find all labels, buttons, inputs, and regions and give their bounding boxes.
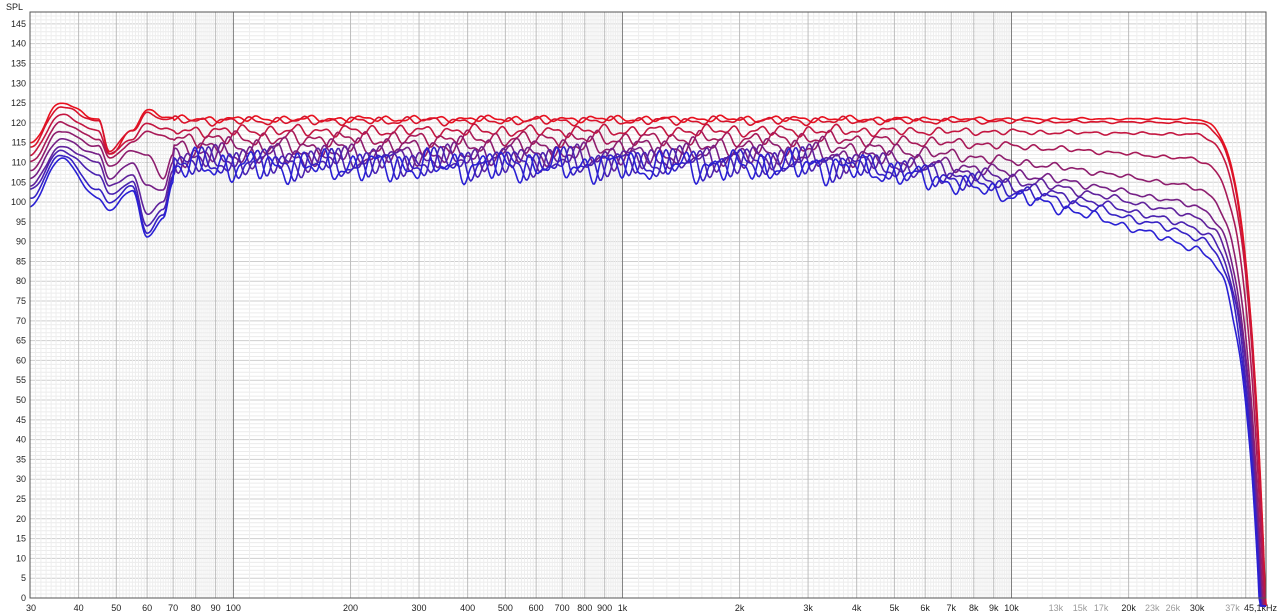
y-tick-label: 70 xyxy=(16,316,26,326)
x-tick-label: 13k xyxy=(1049,603,1064,613)
x-tick-label: 20k xyxy=(1121,603,1136,613)
x-tick-label: 4k xyxy=(852,603,862,613)
y-tick-label: 85 xyxy=(16,256,26,266)
x-tick-label: 9k xyxy=(989,603,999,613)
x-tick-label: 30k xyxy=(1190,603,1205,613)
x-tick-label: 200 xyxy=(343,603,358,613)
y-tick-label: 0 xyxy=(21,593,26,603)
y-tick-label: 45 xyxy=(16,415,26,425)
y-tick-labels: 1451401351301251201151101051009590858075… xyxy=(11,19,26,603)
x-tick-label: 90 xyxy=(211,603,221,613)
frequency-response-chart: SPL 145140135130125120115110105100959085… xyxy=(6,2,1277,613)
x-tick-label: 70 xyxy=(168,603,178,613)
y-tick-label: 25 xyxy=(16,494,26,504)
y-tick-label: 10 xyxy=(16,553,26,563)
y-tick-label: 90 xyxy=(16,237,26,247)
y-tick-label: 35 xyxy=(16,454,26,464)
x-tick-label: 600 xyxy=(529,603,544,613)
y-tick-label: 75 xyxy=(16,296,26,306)
x-tick-label: 800 xyxy=(577,603,592,613)
x-tick-label: 1k xyxy=(618,603,628,613)
y-axis-title: SPL xyxy=(6,2,23,12)
y-tick-label: 140 xyxy=(11,39,26,49)
x-tick-label: 26k xyxy=(1166,603,1181,613)
y-tick-label: 145 xyxy=(11,19,26,29)
y-tick-label: 80 xyxy=(16,276,26,286)
y-tick-label: 110 xyxy=(12,157,26,167)
x-tick-label: 10k xyxy=(1004,603,1019,613)
x-tick-label: 17k xyxy=(1094,603,1109,613)
x-tick-label: 6k xyxy=(920,603,930,613)
x-tick-label: 7k xyxy=(946,603,956,613)
x-tick-label: 400 xyxy=(460,603,475,613)
x-tick-label: 3k xyxy=(803,603,813,613)
y-tick-label: 60 xyxy=(16,355,26,365)
x-tick-label: 50 xyxy=(111,603,121,613)
y-tick-label: 95 xyxy=(16,217,26,227)
y-tick-label: 40 xyxy=(16,435,26,445)
x-tick-label: 15k xyxy=(1073,603,1088,613)
x-tick-label: 37k xyxy=(1225,603,1240,613)
x-tick-label: 60 xyxy=(142,603,152,613)
x-tick-label: 8k xyxy=(969,603,979,613)
y-tick-label: 55 xyxy=(16,375,26,385)
x-tick-label: 900 xyxy=(597,603,612,613)
x-tick-labels: 30 40 50 60 70 80 90 100 200 300 400 500 600 700 800 90… xyxy=(26,603,1277,613)
plot-grid xyxy=(29,12,1267,598)
y-tick-label: 50 xyxy=(16,395,26,405)
y-tick-label: 125 xyxy=(11,98,26,108)
y-tick-label: 105 xyxy=(11,177,26,187)
x-tick-label: 5k xyxy=(890,603,900,613)
x-tick-label: 100 xyxy=(226,603,241,613)
y-tick-label: 130 xyxy=(11,78,26,88)
y-tick-label: 65 xyxy=(16,336,26,346)
x-tick-label: 700 xyxy=(555,603,570,613)
y-tick-label: 135 xyxy=(11,58,26,68)
y-tick-label: 100 xyxy=(11,197,26,207)
x-tick-label: 500 xyxy=(498,603,513,613)
y-tick-label: 20 xyxy=(16,514,26,524)
x-tick-label: 2k xyxy=(735,603,745,613)
x-tick-label: 23k xyxy=(1145,603,1160,613)
y-tick-label: 120 xyxy=(11,118,26,128)
x-tick-label: 30 xyxy=(26,603,36,613)
x-tick-label: 40 xyxy=(74,603,84,613)
y-tick-label: 5 xyxy=(21,573,26,583)
x-tick-label: 300 xyxy=(412,603,427,613)
y-tick-label: 30 xyxy=(16,474,26,484)
y-tick-label: 15 xyxy=(16,534,26,544)
y-tick-label: 115 xyxy=(12,138,26,148)
x-tick-label: 80 xyxy=(191,603,201,613)
